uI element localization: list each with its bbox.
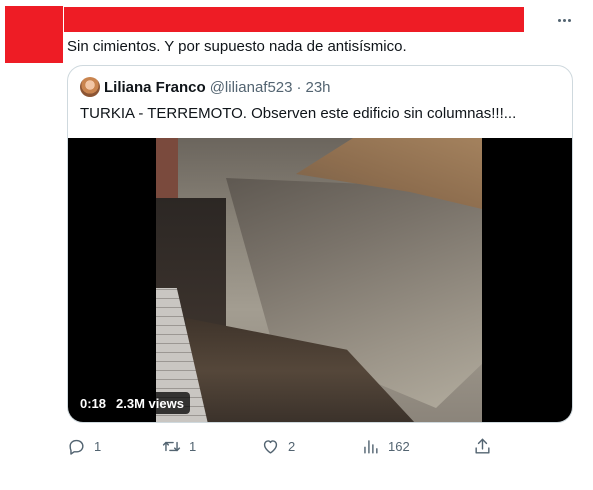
retweet-icon — [162, 441, 181, 451]
video-duration: 0:18 — [80, 395, 107, 411]
video-views: 2.3M views — [116, 395, 184, 411]
redacted-avatar — [5, 6, 63, 63]
like-count: 2 — [288, 438, 296, 454]
header-separator: · — [296, 78, 302, 96]
views-button[interactable]: 162 — [361, 434, 410, 458]
views-count: 162 — [388, 438, 410, 454]
quoted-tweet-header: Liliana Franco @lilianaf523 · 23h — [80, 77, 331, 97]
redacted-author-name — [64, 7, 524, 32]
video-info-badge: 0:18 2.3M views — [74, 392, 190, 414]
views-icon — [364, 439, 378, 454]
retweet-button[interactable]: 1 — [162, 434, 196, 458]
video-player[interactable]: 0:18 2.3M views — [68, 138, 572, 422]
quoted-tweet-timestamp[interactable]: 23h — [305, 79, 330, 96]
quoted-author-avatar[interactable] — [80, 77, 100, 97]
video-thumbnail[interactable] — [156, 138, 482, 422]
reply-count: 1 — [94, 438, 102, 454]
tweet-action-bar: 1 1 2 162 — [67, 434, 497, 458]
reply-icon — [69, 439, 84, 455]
retweet-count: 1 — [189, 438, 197, 454]
quoted-author-handle[interactable]: @lilianaf523 — [210, 79, 293, 96]
more-icon[interactable] — [552, 12, 576, 28]
share-icon — [475, 438, 490, 454]
quoted-tweet-text: TURKIA - TERREMOTO. Observen este edific… — [80, 105, 517, 122]
like-icon — [263, 439, 278, 454]
reply-button[interactable]: 1 — [67, 434, 101, 458]
quoted-author-name[interactable]: Liliana Franco — [104, 79, 206, 96]
share-button[interactable] — [473, 434, 492, 458]
like-button[interactable]: 2 — [261, 434, 295, 458]
quoted-tweet-card[interactable]: Liliana Franco @lilianaf523 · 23h TURKIA… — [67, 65, 573, 423]
tweet-text: Sin cimientos. Y por supuesto nada de an… — [67, 38, 407, 55]
